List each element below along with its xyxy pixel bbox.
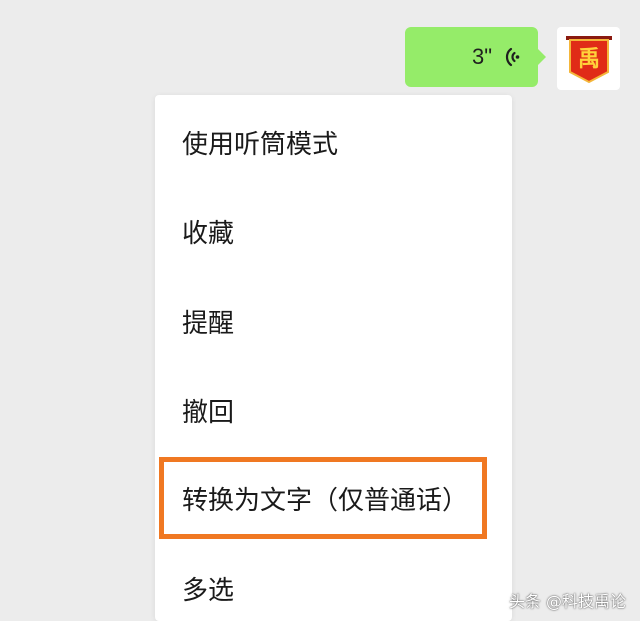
- voice-message-bubble[interactable]: 3": [405, 27, 546, 87]
- watermark: 头条 @科技禹论: [508, 592, 626, 611]
- voice-duration: 3": [471, 44, 492, 69]
- avatar-character: 禹: [577, 47, 599, 72]
- user-avatar[interactable]: 禹: [557, 27, 620, 90]
- menu-item-favorite[interactable]: 收藏: [155, 196, 512, 266]
- chat-screen: 3" 禹 使用听筒模式 收藏 提醒 撤回 转换为文字（仅普通话） 多选 头条 @…: [0, 0, 640, 621]
- menu-item-earpiece-mode[interactable]: 使用听筒模式: [155, 107, 512, 177]
- menu-item-recall[interactable]: 撤回: [155, 375, 512, 445]
- menu-item-remind[interactable]: 提醒: [155, 286, 512, 356]
- banner-avatar-icon: 禹: [565, 35, 612, 83]
- menu-item-multi-select[interactable]: 多选: [155, 553, 512, 621]
- menu-item-convert-to-text[interactable]: 转换为文字（仅普通话）: [155, 463, 512, 533]
- voice-wave-icon: [498, 46, 520, 68]
- context-menu: 使用听筒模式 收藏 提醒 撤回 转换为文字（仅普通话） 多选: [155, 95, 512, 621]
